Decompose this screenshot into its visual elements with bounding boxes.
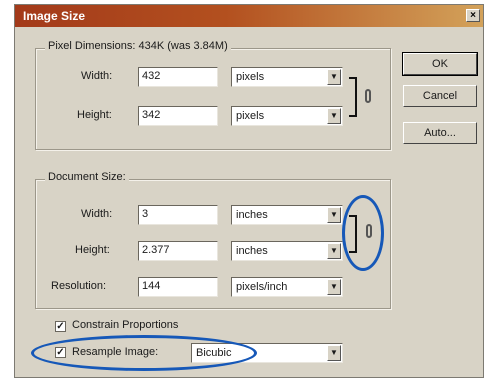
document-width-label: Width: (81, 208, 113, 220)
chain-link-icon (366, 224, 372, 238)
chevron-down-icon: ▼ (327, 69, 341, 85)
resample-image-checkbox[interactable]: ✓ (55, 347, 66, 358)
image-size-dialog: Image Size × Pixel Dimensions: 434K (was… (14, 4, 484, 378)
document-link-bracket (349, 215, 357, 253)
pixel-dimensions-legend: Pixel Dimensions: 434K (was 3.84M) (45, 40, 231, 52)
pixel-height-input[interactable]: 342 (138, 106, 218, 126)
pixel-height-label: Height: (77, 109, 112, 121)
title-bar: Image Size × (15, 5, 483, 27)
pixel-height-unit-select[interactable]: pixels ▼ (231, 106, 343, 126)
constrain-proportions-checkbox[interactable]: ✓ (55, 321, 66, 332)
chevron-down-icon: ▼ (327, 345, 341, 361)
chevron-down-icon: ▼ (327, 108, 341, 124)
resolution-label: Resolution: (51, 280, 107, 292)
pixel-dimensions-summary: 434K (was 3.84M) (138, 40, 228, 52)
chevron-down-icon: ▼ (327, 279, 341, 295)
document-height-input[interactable]: 2.377 (138, 241, 218, 261)
resample-method-select[interactable]: Bicubic ▼ (191, 343, 343, 363)
document-width-unit-select[interactable]: inches ▼ (231, 205, 343, 225)
auto-button[interactable]: Auto... (403, 122, 477, 144)
pixel-width-label: Width: (81, 70, 113, 82)
chevron-down-icon: ▼ (327, 243, 341, 259)
document-width-input[interactable]: 3 (138, 205, 218, 225)
document-size-legend: Document Size: (45, 171, 129, 183)
pixel-dimensions-group (35, 48, 391, 150)
close-button[interactable]: × (466, 9, 480, 22)
pixel-width-input[interactable]: 432 (138, 67, 218, 87)
pixel-width-unit-select[interactable]: pixels ▼ (231, 67, 343, 87)
cancel-button[interactable]: Cancel (403, 85, 477, 107)
resolution-unit-select[interactable]: pixels/inch ▼ (231, 277, 343, 297)
document-height-label: Height: (75, 244, 110, 256)
constrain-proportions-label: Constrain Proportions (72, 319, 179, 331)
chain-link-icon (365, 89, 371, 103)
ok-button[interactable]: OK (402, 52, 478, 76)
pixel-link-bracket (349, 77, 357, 117)
resample-image-label: Resample Image: (72, 346, 159, 358)
dialog-title: Image Size (23, 9, 86, 23)
document-height-unit-select[interactable]: inches ▼ (231, 241, 343, 261)
resolution-input[interactable]: 144 (138, 277, 218, 297)
chevron-down-icon: ▼ (327, 207, 341, 223)
